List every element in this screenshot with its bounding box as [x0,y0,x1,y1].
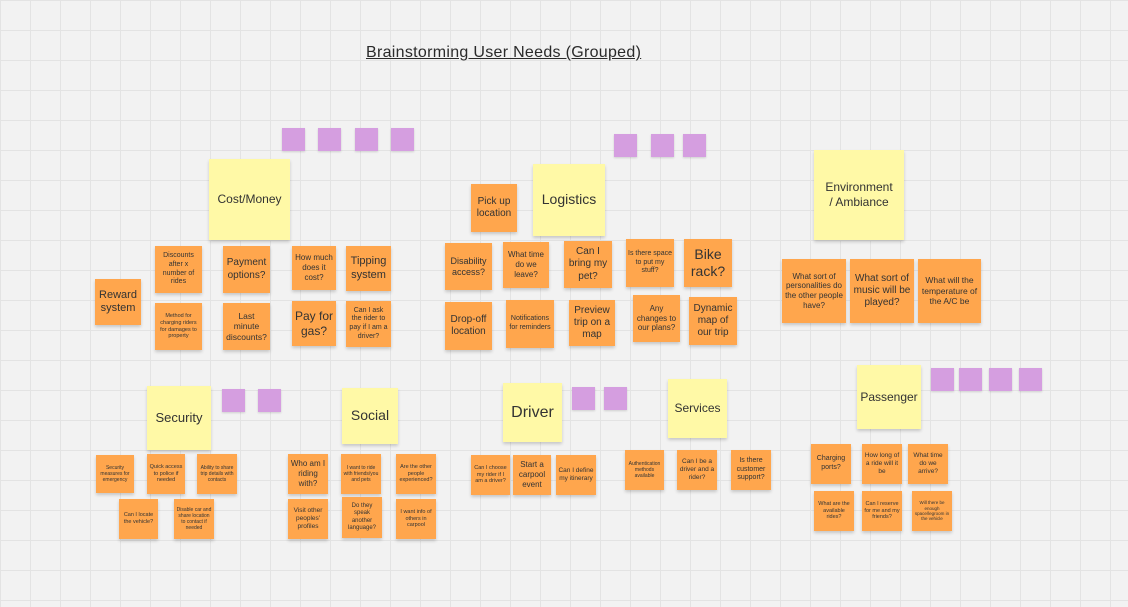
vote-dot[interactable] [282,128,305,151]
vote-dot[interactable] [222,389,245,412]
sticky-note[interactable]: What time do we leave? [503,242,549,288]
sticky-note[interactable]: Will there be enough space/legroom in th… [912,491,952,531]
group-header-social[interactable]: Social [342,388,398,444]
group-header-security[interactable]: Security [147,386,211,450]
vote-dot[interactable] [572,387,595,410]
vote-dot[interactable] [959,368,982,391]
vote-dot[interactable] [614,134,637,157]
sticky-note[interactable]: Discounts after x number of rides [155,246,202,293]
sticky-note[interactable]: Ability to share trip details with conta… [197,454,237,494]
sticky-note[interactable]: Tipping system [346,246,391,291]
sticky-note[interactable]: Quick access to police if needed [147,454,185,494]
vote-dot[interactable] [391,128,414,151]
sticky-note[interactable]: What sort of music will be played? [850,259,914,323]
sticky-note[interactable]: Last minute discounts? [223,303,270,350]
sticky-note[interactable]: Payment options? [223,246,270,293]
sticky-note[interactable]: Security measures for emergency [96,455,134,493]
sticky-note[interactable]: Who am I riding with? [288,454,328,494]
sticky-note[interactable]: Pay for gas? [292,301,336,346]
sticky-note[interactable]: What will the temperature of the A/C be [918,259,981,323]
group-header-cost[interactable]: Cost/Money [209,159,290,240]
sticky-note[interactable]: Charging ports? [811,444,851,484]
sticky-note[interactable]: Any changes to our plans? [633,295,680,342]
vote-dot[interactable] [604,387,627,410]
sticky-note[interactable]: Preview trip on a map [569,300,615,346]
board-title: Brainstorming User Needs (Grouped) [366,44,642,61]
vote-dot[interactable] [931,368,954,391]
sticky-note[interactable]: Can I locate the vehicle? [119,499,158,539]
sticky-note[interactable]: Disable car and share location to contac… [174,499,214,539]
sticky-note[interactable]: Drop-off location [445,302,492,350]
group-header-driver[interactable]: Driver [503,383,562,442]
sticky-note[interactable]: Disability access? [445,243,492,290]
sticky-note[interactable]: Pick up location [471,184,517,232]
sticky-note[interactable]: Can I bring my pet? [564,241,612,288]
sticky-note[interactable]: Start a carpool event [513,455,551,495]
sticky-note[interactable]: Visit other peoples' profiles [288,499,328,539]
sticky-note[interactable]: How much does it cost? [292,246,336,290]
sticky-note[interactable]: What are the available rides? [814,491,854,531]
sticky-note[interactable]: What sort of personalities do the other … [782,259,846,323]
sticky-note[interactable]: I want info of others in carpool [396,499,436,539]
sticky-note[interactable]: Can I ask the rider to pay if I am a dri… [346,301,391,347]
group-header-logistics[interactable]: Logistics [533,164,605,236]
sticky-note[interactable]: Are the other people experienced? [396,454,436,494]
sticky-note[interactable]: Bike rack? [684,239,732,287]
group-header-environment[interactable]: Environment / Ambiance [814,150,904,240]
sticky-note[interactable]: Do they speak another language? [342,497,382,538]
sticky-note[interactable]: Is there space to put my stuff? [626,239,674,287]
vote-dot[interactable] [355,128,378,151]
sticky-note[interactable]: Can I be a driver and a rider? [677,450,717,490]
sticky-note[interactable]: Can I reserve for me and my friends? [862,491,902,531]
sticky-note[interactable]: Can I define my itinerary [556,455,596,495]
sticky-note[interactable]: Is there customer support? [731,450,771,490]
sticky-note[interactable]: What time do we arrive? [908,444,948,484]
vote-dot[interactable] [1019,368,1042,391]
vote-dot[interactable] [651,134,674,157]
sticky-note[interactable]: Can I choose my rider if I am a driver? [471,455,510,495]
sticky-note[interactable]: How long of a ride will it be [862,444,902,484]
group-header-passenger[interactable]: Passenger [857,365,921,429]
vote-dot[interactable] [318,128,341,151]
sticky-note[interactable]: I want to ride with friends/you and pets [341,454,381,494]
sticky-note[interactable]: Method for charging riders for damages t… [155,303,202,350]
sticky-note[interactable]: Authentication methods available [625,450,664,490]
vote-dot[interactable] [258,389,281,412]
group-header-services[interactable]: Services [668,379,727,438]
sticky-note[interactable]: Notifications for reminders [506,300,554,348]
sticky-note[interactable]: Reward system [95,279,141,325]
vote-dot[interactable] [683,134,706,157]
sticky-note[interactable]: Dynamic map of our trip [689,297,737,345]
whiteboard-canvas[interactable]: Brainstorming User Needs (Grouped) Cost/… [0,0,1128,607]
vote-dot[interactable] [989,368,1012,391]
